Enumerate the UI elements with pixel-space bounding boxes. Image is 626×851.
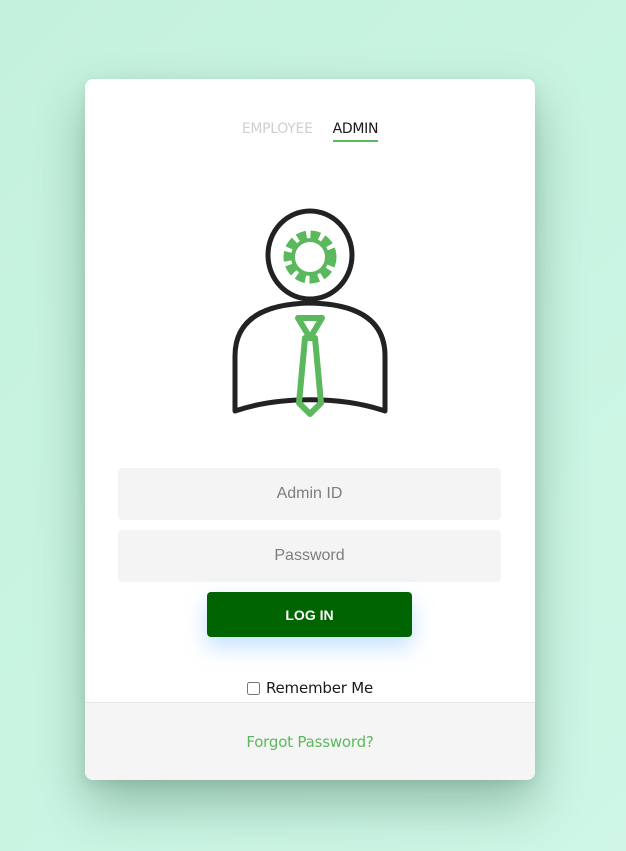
card-footer: Forgot Password? — [85, 702, 535, 780]
remember-me-row[interactable]: Remember Me — [85, 679, 535, 697]
tab-employee[interactable]: EMPLOYEE — [242, 121, 313, 142]
login-card: EMPLOYEE ADMIN LOG IN Remember Me Forgot… — [85, 79, 535, 780]
login-button[interactable]: LOG IN — [207, 592, 412, 637]
remember-me-checkbox[interactable] — [246, 681, 260, 695]
forgot-password-link[interactable]: Forgot Password? — [246, 733, 374, 751]
gear-icon — [283, 230, 337, 284]
avatar-head-outline — [265, 208, 355, 302]
admin-avatar-icon — [232, 208, 388, 417]
admin-id-input[interactable] — [118, 468, 501, 520]
tab-admin[interactable]: ADMIN — [332, 121, 378, 142]
remember-me-label: Remember Me — [265, 679, 374, 697]
role-tabs: EMPLOYEE ADMIN — [85, 121, 535, 142]
password-input[interactable] — [118, 530, 501, 582]
